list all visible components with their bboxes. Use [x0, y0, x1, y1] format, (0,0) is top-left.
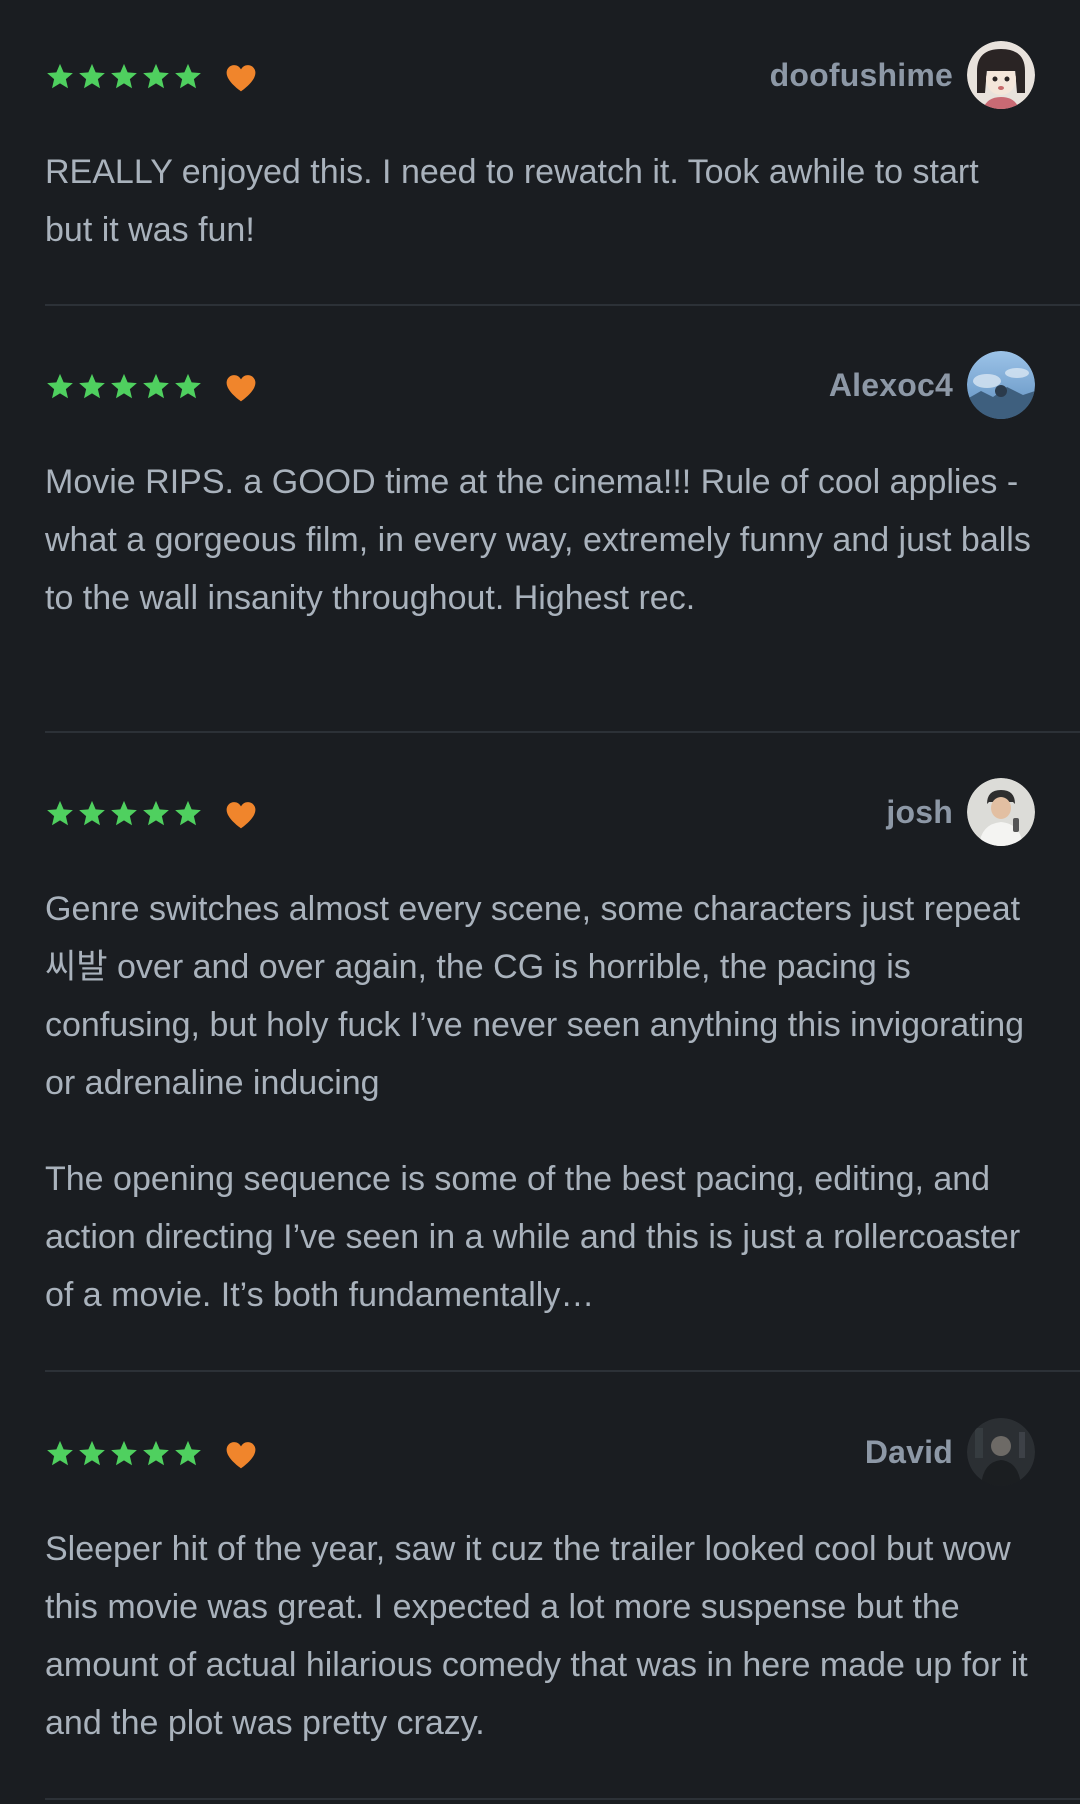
username[interactable]: David [865, 1434, 953, 1471]
review-author[interactable]: Alexoc4 [829, 350, 1035, 420]
star-icon [111, 800, 137, 826]
star-icon [111, 1440, 137, 1466]
review-list: doofushime REALLY enjoyed this. I need t… [0, 0, 1080, 1804]
review-text: Sleeper hit of the year, saw it cuz the … [45, 1530, 1028, 1742]
review-text: The opening sequence is some of the best… [45, 1160, 1021, 1314]
review-header: josh [45, 777, 1035, 847]
review-author[interactable]: doofushime [770, 40, 1035, 110]
star-icon [111, 63, 137, 89]
review-author[interactable]: josh [886, 777, 1035, 847]
person-photo-avatar-icon[interactable] [967, 778, 1035, 846]
star-rating [45, 372, 203, 402]
heart-icon [226, 375, 256, 402]
review-text: Genre switches almost every scene, some … [45, 890, 1025, 1102]
star-icon [47, 373, 73, 399]
username[interactable]: josh [886, 794, 953, 831]
star-icon [79, 63, 105, 89]
divider [45, 731, 1080, 733]
star-icon [175, 373, 201, 399]
divider [45, 304, 1080, 306]
star-icon [111, 373, 137, 399]
username[interactable]: Alexoc4 [829, 367, 953, 404]
star-icon [143, 1440, 169, 1466]
star-icon [143, 800, 169, 826]
cartoon-girl-avatar-icon[interactable] [967, 41, 1035, 109]
star-icon [143, 63, 169, 89]
divider [45, 1370, 1080, 1372]
star-rating [45, 799, 203, 829]
dark-photo-avatar-icon[interactable] [967, 1418, 1035, 1486]
star-icon [47, 1440, 73, 1466]
divider [45, 1798, 1080, 1800]
star-icon [79, 800, 105, 826]
review-header: David [45, 1417, 1035, 1487]
star-icon [175, 1440, 201, 1466]
review-header: Alexoc4 [45, 350, 1035, 420]
star-rating [45, 62, 203, 92]
heart-icon [226, 802, 256, 829]
star-rating [45, 1439, 203, 1469]
heart-icon [226, 1442, 256, 1469]
username[interactable]: doofushime [770, 57, 953, 94]
review-author[interactable]: David [865, 1417, 1035, 1487]
blue-sky-photo-avatar-icon[interactable] [967, 351, 1035, 419]
star-icon [175, 63, 201, 89]
star-icon [79, 1440, 105, 1466]
star-icon [47, 63, 73, 89]
review-text: REALLY enjoyed this. I need to rewatch i… [45, 153, 979, 249]
review-header: doofushime [45, 40, 1035, 110]
star-icon [47, 800, 73, 826]
star-icon [143, 373, 169, 399]
heart-icon [226, 65, 256, 92]
review-text: Movie RIPS. a GOOD time at the cinema!!!… [45, 463, 1031, 617]
star-icon [175, 800, 201, 826]
star-icon [79, 373, 105, 399]
